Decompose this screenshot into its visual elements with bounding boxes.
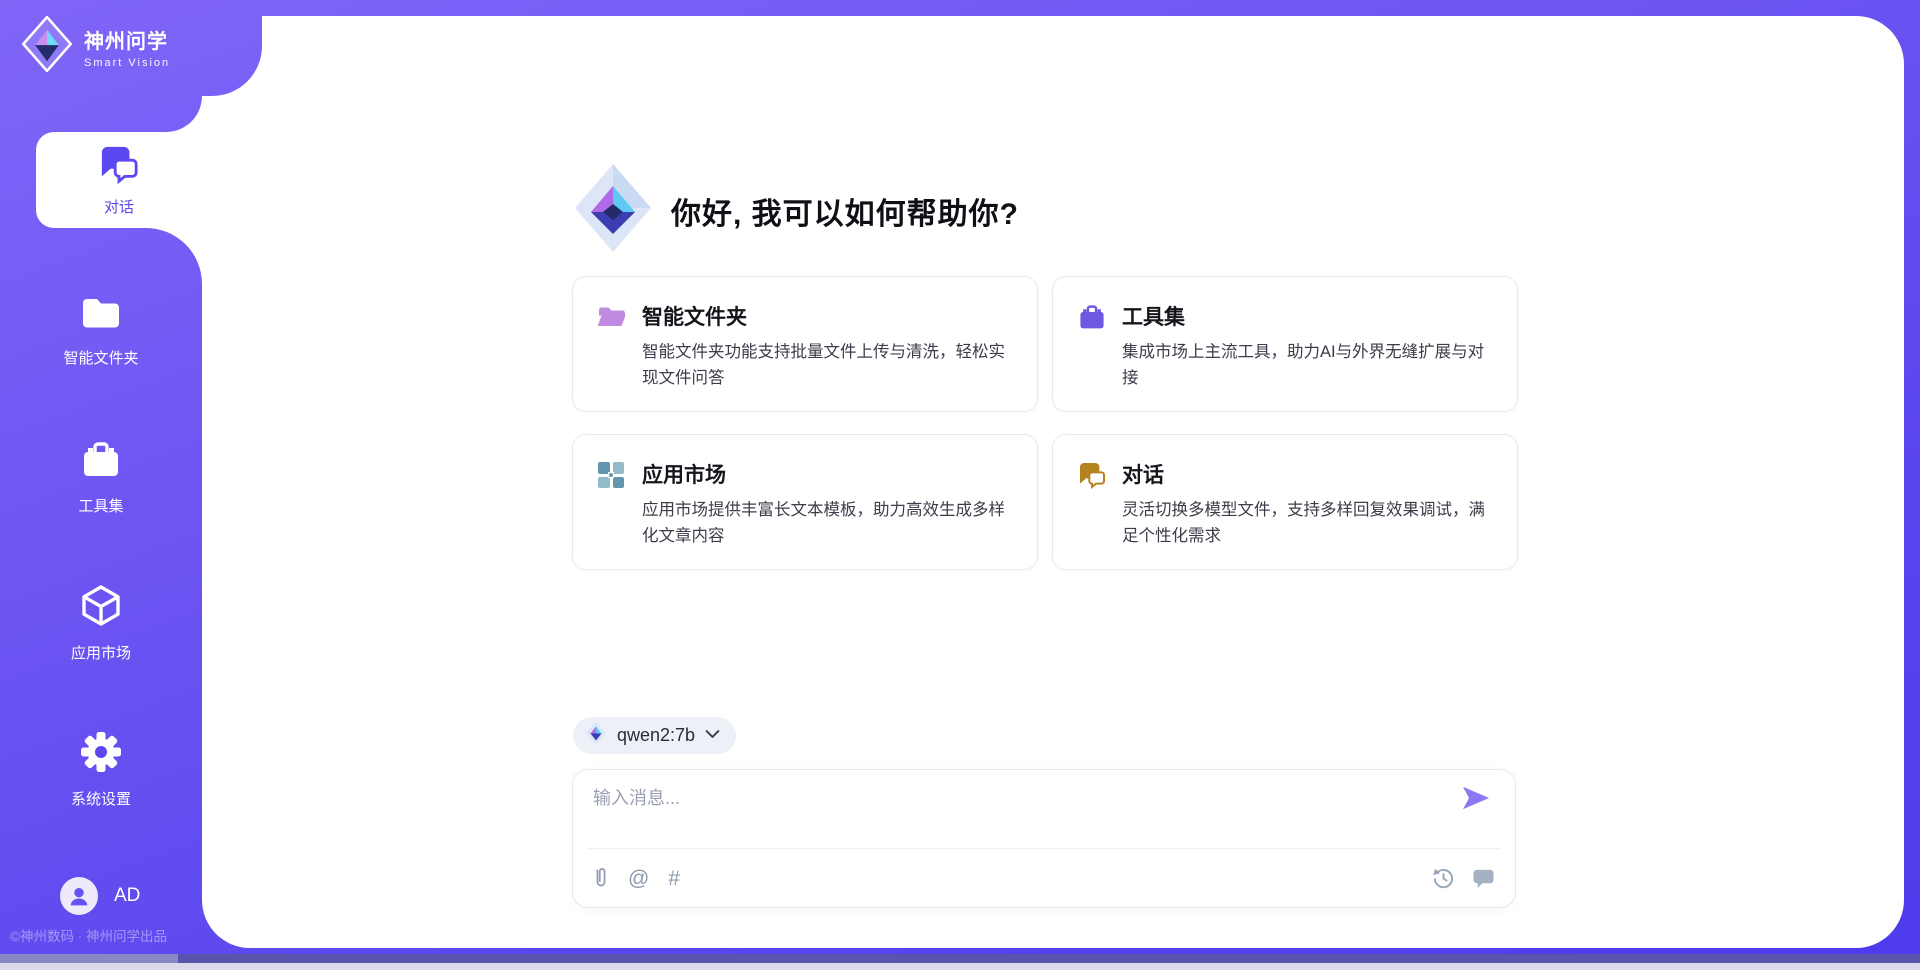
window-bottom-edge-light [0,963,1920,970]
user-profile[interactable]: AD [60,877,140,915]
window-bottom-edge [0,954,1920,963]
tab-fillet-bottom [146,228,202,284]
card-title: 应用市场 [642,459,1013,489]
sidebar-item-label: 工具集 [78,495,123,516]
card-title: 智能文件夹 [642,301,1013,331]
chat-bubble-icon[interactable] [1472,867,1495,889]
tab-fillet-top [166,96,202,132]
brand-logo: 神州问学 Smart Vision [22,16,170,77]
card-description: 灵活切换多模型文件，支持多样回复效果调试，满足个性化需求 [1122,498,1493,549]
brand-subtitle: Smart Vision [84,57,170,69]
cube-icon [79,584,123,633]
card-toolset[interactable]: 工具集 集成市场上主流工具，助力AI与外界无缝扩展与对接 [1052,276,1518,412]
send-button[interactable] [1459,782,1493,816]
greeting-diamond-icon [573,162,653,259]
grid-icon [597,459,627,549]
chat-composer: @ # [572,769,1516,908]
paperclip-icon[interactable] [593,866,609,890]
card-description: 应用市场提供丰富长文本模板，助力高效生成多样化文章内容 [642,498,1013,549]
sidebar-item-app-market[interactable]: 应用市场 [0,584,202,663]
send-icon [1461,784,1491,812]
toolbox-icon [1077,301,1107,391]
sidebar-item-chat[interactable]: 对话 [36,132,202,228]
window-bottom-edge-left [0,954,178,963]
folder-icon [597,301,627,391]
sidebar-item-label: 应用市场 [71,642,131,663]
sidebar-item-label: 对话 [104,196,134,217]
copyright-text: ©神州数码 · 神州问学出品 [10,925,167,945]
chat-icon [1077,459,1107,549]
model-name: qwen2:7b [617,725,695,746]
avatar [60,877,98,915]
brand-diamond-icon [22,16,72,77]
model-diamond-icon [585,721,607,750]
chat-icon [98,144,140,189]
sidebar-item-label: 智能文件夹 [63,347,138,368]
folder-icon [79,293,123,338]
user-name: AD [114,885,140,907]
sidebar-item-folders[interactable]: 智能文件夹 [0,293,202,368]
model-selector[interactable]: qwen2:7b [573,717,736,754]
hashtag-icon[interactable]: # [668,868,680,889]
card-title: 工具集 [1122,301,1493,331]
brand-title: 神州问学 [84,25,170,54]
chevron-down-icon [705,727,720,745]
greeting-title: 你好, 我可以如何帮助你? [671,189,1019,233]
user-avatar-icon [68,885,90,907]
card-smart-folder[interactable]: 智能文件夹 智能文件夹功能支持批量文件上传与清洗，轻松实现文件问答 [572,276,1038,412]
greeting: 你好, 我可以如何帮助你? [573,162,1019,259]
card-description: 智能文件夹功能支持批量文件上传与清洗，轻松实现文件问答 [642,340,1013,391]
mention-icon[interactable]: @ [628,868,649,889]
feature-cards: 智能文件夹 智能文件夹功能支持批量文件上传与清洗，轻松实现文件问答 工具集 集成… [572,276,1518,570]
toolbox-icon [79,439,123,486]
card-chat[interactable]: 对话 灵活切换多模型文件，支持多样回复效果调试，满足个性化需求 [1052,434,1518,570]
message-input[interactable] [593,784,1413,840]
gear-icon [79,730,123,779]
sidebar-item-toolset[interactable]: 工具集 [0,439,202,516]
card-description: 集成市场上主流工具，助力AI与外界无缝扩展与对接 [1122,340,1493,391]
app-window: 神州问学 Smart Vision 对话 智能文件夹 [0,0,1920,970]
card-title: 对话 [1122,459,1493,489]
card-app-market[interactable]: 应用市场 应用市场提供丰富长文本模板，助力高效生成多样化文章内容 [572,434,1038,570]
sidebar-item-label: 系统设置 [71,788,131,809]
history-icon[interactable] [1432,867,1455,890]
sidebar-item-settings[interactable]: 系统设置 [0,730,202,809]
